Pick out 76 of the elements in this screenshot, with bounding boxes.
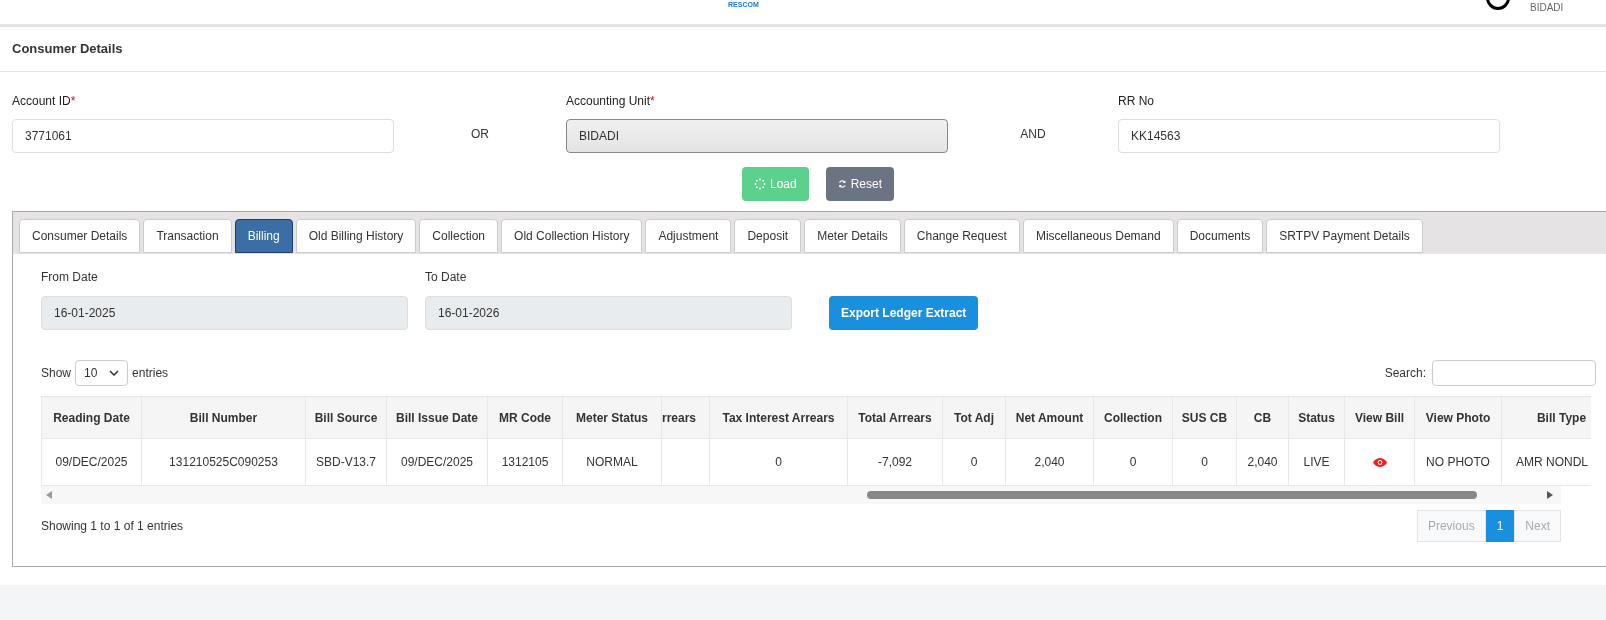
table-cell: 09/DEC/2025 — [386, 438, 488, 486]
eye-icon[interactable] — [1372, 458, 1387, 468]
tab[interactable]: Collection — [419, 219, 499, 253]
table-cell: -7,092 — [847, 438, 943, 486]
field-label: Account ID — [12, 94, 71, 108]
column-header[interactable]: MR Code — [487, 396, 563, 439]
column-header[interactable]: Net Amount — [1005, 396, 1094, 439]
table-cell: SBD-V13.7 — [305, 438, 387, 486]
column-header[interactable]: Total Arrears — [847, 396, 943, 439]
column-header[interactable]: rrears — [661, 396, 710, 439]
tab[interactable]: Old Collection History — [501, 219, 643, 253]
spinner-icon — [754, 178, 766, 190]
user-unit: BIDADI — [1530, 1, 1564, 15]
tab[interactable]: SRTPV Payment Details — [1266, 219, 1423, 253]
field-label: Accounting Unit — [566, 94, 651, 108]
table-cell: 0 — [942, 438, 1006, 486]
tab[interactable]: Old Billing History — [295, 219, 417, 253]
column-header[interactable]: Bill Type — [1501, 396, 1591, 439]
field-label: To Date — [425, 269, 468, 286]
horizontal-scrollbar[interactable] — [41, 486, 1561, 504]
table-cell: 1312105 — [487, 438, 563, 486]
tab[interactable]: Documents — [1176, 219, 1264, 253]
tab[interactable]: Adjustment — [645, 219, 732, 253]
table-cell: 0 — [709, 438, 848, 486]
show-label: Show — [41, 365, 72, 382]
tab[interactable]: Miscellaneous Demand — [1022, 219, 1174, 253]
field-label: RR No — [1118, 94, 1154, 108]
column-header[interactable]: Bill Number — [141, 396, 306, 439]
required-mark: * — [70, 94, 76, 108]
table-cell: 0 — [1093, 438, 1173, 486]
table-cell: LIVE — [1288, 438, 1345, 486]
table-cell: NO PHOTO — [1414, 438, 1502, 486]
table-cell: 0 — [1172, 438, 1237, 486]
required-mark: * — [650, 94, 655, 108]
refresh-icon — [838, 178, 847, 190]
tab[interactable]: Deposit — [734, 219, 802, 253]
tab[interactable]: Change Request — [903, 219, 1020, 253]
column-header[interactable]: Bill Issue Date — [386, 396, 488, 439]
column-header[interactable]: Status — [1288, 396, 1345, 439]
table-cell: NORMAL — [562, 438, 662, 486]
separator-label: OR — [470, 126, 490, 143]
column-header[interactable]: Tot Adj — [942, 396, 1006, 439]
input-field[interactable]: 3771061 — [12, 119, 394, 153]
scroll-left-icon[interactable] — [46, 491, 52, 499]
column-header[interactable]: Meter Status — [562, 396, 662, 439]
field-label: From Date — [41, 269, 99, 286]
column-header[interactable]: Reading Date — [41, 396, 142, 439]
search-field[interactable] — [1432, 360, 1596, 386]
table-cell: 2,040 — [1236, 438, 1289, 486]
table-info: Showing 1 to 1 of 1 entries — [41, 518, 184, 535]
reset-button[interactable]: Reset — [826, 167, 894, 201]
entries-label: entries — [132, 365, 169, 382]
tab[interactable]: Consumer Details — [19, 219, 141, 253]
separator-label: AND — [1019, 126, 1047, 143]
table-cell: 131210525C090253 — [141, 438, 306, 486]
column-header[interactable]: Tax Interest Arrears — [709, 396, 848, 439]
table-cell: 2,040 — [1005, 438, 1094, 486]
column-header[interactable]: Collection — [1093, 396, 1173, 439]
column-header[interactable]: SUS CB — [1172, 396, 1237, 439]
page-size-select[interactable]: 10 — [75, 360, 129, 386]
date-field[interactable]: 16-01-2025 — [41, 296, 408, 330]
table-cell: 09/DEC/2025 — [41, 438, 142, 486]
column-header[interactable]: Bill Source — [305, 396, 387, 439]
input-field[interactable]: KK14563 — [1118, 119, 1500, 153]
chevron-down-icon — [109, 370, 120, 376]
tab[interactable]: Transaction — [143, 219, 232, 253]
column-header[interactable]: CB — [1236, 396, 1289, 439]
column-header[interactable]: View Bill — [1344, 396, 1415, 439]
scroll-right-icon[interactable] — [1547, 491, 1553, 499]
tab[interactable]: Billing — [234, 219, 293, 253]
date-field[interactable]: 16-01-2026 — [425, 296, 792, 330]
scrollbar-thumb[interactable] — [867, 491, 1477, 499]
page-title: Consumer Details — [12, 40, 123, 59]
search-label: Search: — [1384, 365, 1426, 382]
column-header[interactable]: View Photo — [1414, 396, 1502, 439]
tab[interactable]: Meter Details — [804, 219, 901, 253]
